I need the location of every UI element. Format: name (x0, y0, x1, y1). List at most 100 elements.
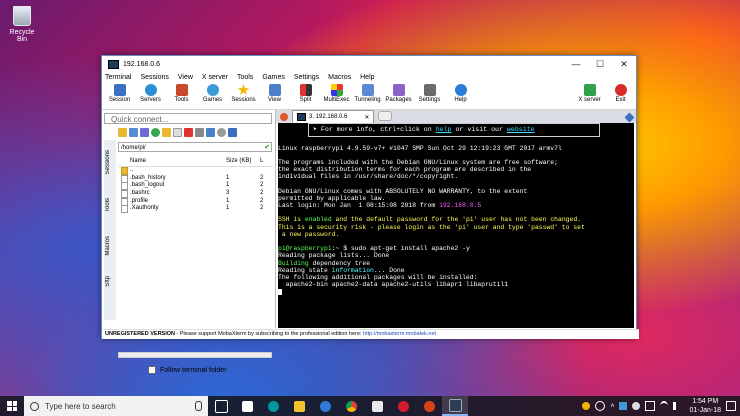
clock-time: 1:54 PM (692, 398, 719, 405)
tab-tools[interactable]: Tools (105, 198, 111, 212)
help-button[interactable]: Help (445, 83, 476, 103)
terminal-output[interactable]: Linux raspberrypi 4.9.59-v7+ #1047 SMP S… (278, 123, 634, 328)
minimize-icon[interactable]: — (564, 56, 588, 72)
file-row[interactable]: .. (118, 167, 272, 175)
upload-icon[interactable] (140, 128, 149, 137)
bookmark-icon[interactable] (228, 128, 237, 137)
help-tray-icon[interactable] (582, 402, 591, 410)
onedrive-icon[interactable] (632, 402, 641, 410)
checkmark-icon[interactable]: ✔ (264, 143, 270, 153)
opera-button[interactable] (390, 396, 416, 416)
taskbar-search[interactable]: Type here to search (24, 396, 208, 416)
new-file-icon[interactable] (173, 128, 182, 137)
volume-icon[interactable] (673, 402, 684, 410)
menu-x-server[interactable]: X server (202, 74, 228, 81)
home-tab-icon[interactable] (276, 111, 292, 123)
menu-view[interactable]: View (178, 74, 193, 81)
title-bar[interactable]: 192.168.0.6 — ☐ ✕ (102, 56, 636, 72)
task-view-button[interactable] (208, 396, 234, 416)
file-row[interactable]: .bashrc 3 2 (118, 190, 272, 199)
split-button[interactable]: Split (290, 83, 321, 103)
new-folder-icon[interactable] (162, 128, 171, 137)
tunneling-button[interactable]: Tunneling (352, 83, 383, 103)
tools-button[interactable]: Tools (166, 83, 197, 103)
column-last-modified[interactable]: L (260, 156, 272, 166)
folder-up-icon[interactable] (118, 128, 127, 137)
rename-icon[interactable] (195, 128, 204, 137)
follow-terminal-folder[interactable]: Follow terminal folder (148, 366, 227, 374)
media-player-button[interactable] (416, 396, 442, 416)
session-button[interactable]: Session (104, 83, 135, 103)
delete-icon[interactable] (184, 128, 193, 137)
search-icon[interactable] (217, 128, 226, 137)
servers-button[interactable]: Servers (135, 83, 166, 103)
terminal-taskbar-button[interactable] (442, 396, 468, 416)
mobaxterm-icon (371, 400, 383, 412)
menu-terminal[interactable]: Terminal (105, 74, 131, 81)
sessions-button[interactable]: Sessions (228, 83, 259, 103)
close-icon[interactable]: ✕ (612, 56, 636, 72)
recycle-bin-shortcut[interactable]: Recycle Bin (4, 6, 40, 43)
maximize-icon[interactable]: ☐ (588, 56, 612, 72)
menu-help[interactable]: Help (360, 74, 374, 81)
quick-connect-input[interactable]: Quick connect... (104, 113, 272, 124)
menu-games[interactable]: Games (262, 74, 285, 81)
column-name[interactable]: Name (130, 156, 226, 166)
store-button[interactable] (234, 396, 260, 416)
arduino-button[interactable] (260, 396, 286, 416)
pin-icon[interactable] (624, 112, 635, 123)
menu-settings[interactable]: Settings (294, 74, 319, 81)
microphone-icon[interactable] (195, 401, 202, 411)
exit-button[interactable]: Exit (605, 83, 636, 103)
x-server-icon (583, 84, 596, 96)
output-line: The following additional packages will b… (278, 273, 478, 281)
file-explorer-button[interactable] (286, 396, 312, 416)
start-button[interactable] (0, 396, 24, 416)
tab-close-icon[interactable]: ✕ (364, 114, 369, 121)
file-row[interactable]: .bash_history 1 2 (118, 174, 272, 183)
help-link[interactable]: help (436, 126, 452, 133)
menu-tools[interactable]: Tools (237, 74, 253, 81)
mobaxterm-window: 192.168.0.6 — ☐ ✕ Terminal Sessions View… (101, 55, 639, 374)
subscribe-link[interactable]: http://mobaxterm.mobatek.net (363, 331, 436, 337)
clock[interactable]: 1:54 PM 01-Jan-18 (689, 397, 721, 415)
website-link[interactable]: website (507, 126, 535, 133)
tab-sftp[interactable]: Sftp (105, 276, 111, 287)
tab-sessions[interactable]: Sessions (105, 150, 111, 174)
view-button[interactable]: View (259, 83, 290, 103)
follow-checkbox[interactable] (148, 366, 156, 374)
network-tray-icon[interactable] (619, 402, 628, 410)
people-icon[interactable] (595, 401, 606, 411)
menu-sessions[interactable]: Sessions (140, 74, 168, 81)
edge-button[interactable] (312, 396, 338, 416)
download-icon[interactable] (129, 128, 138, 137)
wifi-icon[interactable] (660, 401, 669, 411)
new-tab-button[interactable] (378, 111, 393, 121)
info-banner: ➤ For more info, ctrl+click on help or v… (308, 123, 600, 137)
chrome-button[interactable] (338, 396, 364, 416)
refresh-icon[interactable] (151, 128, 160, 137)
file-icon (121, 205, 128, 214)
battery-icon[interactable] (645, 401, 656, 411)
chevron-up-icon[interactable]: ˄ (610, 403, 614, 410)
session-tab-label: 3. 192.168.0.6 (309, 114, 348, 120)
multiexec-button[interactable]: MultiExec (321, 83, 352, 103)
packages-button[interactable]: Packages (383, 83, 414, 103)
view-list-icon[interactable] (206, 128, 215, 137)
file-row[interactable]: .Xauthority 1 2 (118, 205, 272, 214)
menu-macros[interactable]: Macros (328, 74, 351, 81)
folder-icon (293, 400, 305, 412)
file-row[interactable]: .profile 1 2 (118, 197, 272, 206)
sftp-toolbar (118, 128, 237, 139)
settings-button[interactable]: Settings (414, 83, 445, 103)
notifications-icon[interactable] (726, 401, 736, 411)
session-tab-active[interactable]: 3. 192.168.0.6 ✕ (292, 110, 375, 123)
x-server-button[interactable]: X server (574, 83, 605, 103)
path-field[interactable]: /home/pi/ ✔ (118, 142, 272, 152)
tab-macros[interactable]: Macros (105, 236, 111, 256)
games-button[interactable]: Games (197, 83, 228, 103)
horizontal-scrollbar[interactable] (118, 352, 272, 358)
file-row[interactable]: .bash_logout 1 2 (118, 182, 272, 191)
mobaxterm-taskbar-button[interactable] (364, 396, 390, 416)
column-size[interactable]: Size (KB) (226, 156, 260, 166)
